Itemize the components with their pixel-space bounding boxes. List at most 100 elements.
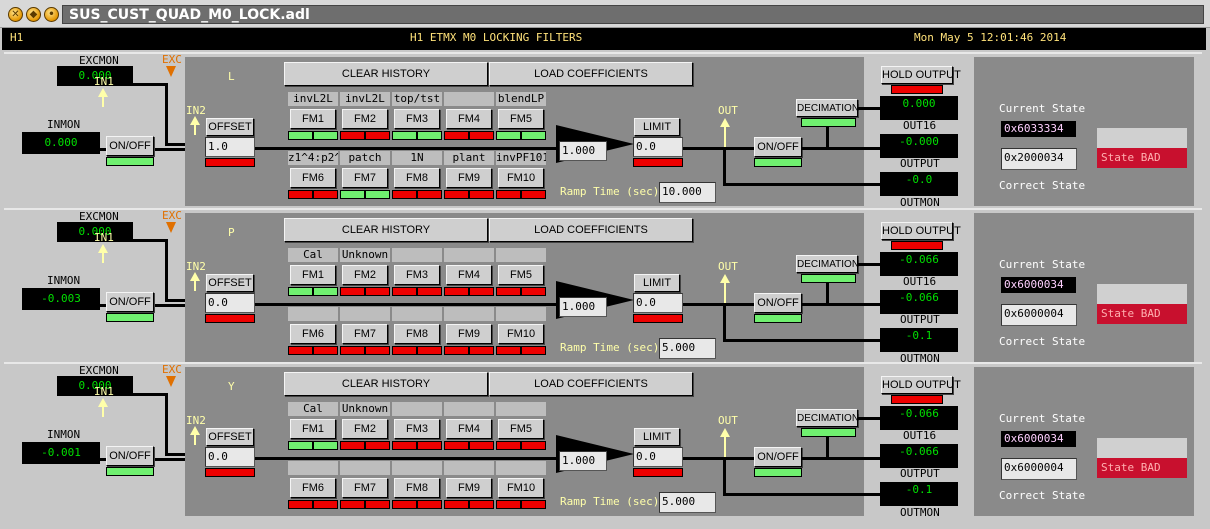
fm8-button[interactable]: FM8	[394, 324, 440, 344]
close-icon[interactable]: ✕	[8, 7, 23, 22]
fm3-button[interactable]: FM3	[394, 109, 440, 129]
hold-output-button[interactable]: HOLD OUTPUT	[881, 66, 961, 84]
correct-state-field[interactable]: 0x6000004	[1001, 458, 1077, 480]
clear-history-button[interactable]: CLEAR HISTORY	[284, 372, 488, 396]
decimation-button[interactable]: DECIMATION	[796, 409, 859, 427]
fm4-button[interactable]: FM4	[446, 109, 492, 129]
hold-output-indicator	[891, 85, 943, 94]
minimize-icon[interactable]: •	[44, 7, 59, 22]
ramp-time-field[interactable]: 10.000	[659, 182, 716, 203]
wire	[723, 457, 726, 495]
pin-icon[interactable]: ◆	[26, 7, 41, 22]
fm2-button[interactable]: FM2	[342, 419, 388, 439]
fm6-button[interactable]: FM6	[290, 324, 336, 344]
fm10-button[interactable]: FM10	[498, 478, 544, 498]
fm10-button[interactable]: FM10	[498, 168, 544, 188]
fm6-label: z1^4:p2^4	[288, 151, 338, 165]
fm5-label	[496, 248, 546, 262]
input-onoff-button[interactable]: ON/OFF	[106, 446, 154, 466]
fm9-button[interactable]: FM9	[446, 168, 492, 188]
decimation-indicator	[801, 428, 856, 437]
decimation-button[interactable]: DECIMATION	[796, 99, 859, 117]
fm9-button[interactable]: FM9	[446, 478, 492, 498]
wire	[255, 303, 560, 306]
fm2-button[interactable]: FM2	[342, 265, 388, 285]
fm2-indicator-b	[365, 441, 390, 450]
fm9-button[interactable]: FM9	[446, 324, 492, 344]
fm8-button[interactable]: FM8	[394, 478, 440, 498]
inmon-readback: -0.003	[22, 288, 100, 310]
decimation-button[interactable]: DECIMATION	[796, 255, 859, 273]
fm3-button[interactable]: FM3	[394, 419, 440, 439]
fm5-button[interactable]: FM5	[498, 419, 544, 439]
fm7-button[interactable]: FM7	[342, 478, 388, 498]
output-onoff-button[interactable]: ON/OFF	[754, 293, 802, 313]
fm6-label	[288, 461, 338, 475]
fm6-label	[288, 307, 338, 321]
out-arrow-stem	[724, 283, 726, 303]
fm8-indicator-a	[392, 346, 417, 355]
fm1-button[interactable]: FM1	[290, 419, 336, 439]
limit-field[interactable]: 0.0	[633, 293, 683, 313]
offset-field[interactable]: 1.0	[205, 137, 255, 157]
offset-field[interactable]: 0.0	[205, 447, 255, 467]
fm10-indicator-a	[496, 190, 521, 199]
output-onoff-indicator	[754, 468, 802, 477]
fm4-indicator-a	[444, 287, 469, 296]
fm10-button[interactable]: FM10	[498, 324, 544, 344]
hold-output-button[interactable]: HOLD OUTPUT	[881, 222, 961, 240]
fm1-label: invL2L	[288, 92, 338, 106]
limit-field[interactable]: 0.0	[633, 137, 683, 157]
fm6-indicator-b	[313, 346, 338, 355]
gain-field[interactable]: 1.000	[559, 141, 607, 161]
gain-field[interactable]: 1.000	[559, 451, 607, 471]
clear-history-button[interactable]: CLEAR HISTORY	[284, 218, 488, 242]
clear-history-button[interactable]: CLEAR HISTORY	[284, 62, 488, 86]
load-coefficients-button[interactable]: LOAD COEFFICIENTS	[489, 372, 693, 396]
out16-label: OUT16	[903, 275, 937, 288]
wire	[802, 147, 880, 150]
limit-button[interactable]: LIMIT	[634, 428, 680, 446]
offset-button[interactable]: OFFSET	[206, 428, 254, 446]
input-onoff-button[interactable]: ON/OFF	[106, 136, 154, 156]
fm1-button[interactable]: FM1	[290, 265, 336, 285]
fm4-button[interactable]: FM4	[446, 419, 492, 439]
current-state-label: Current State	[999, 102, 1086, 115]
fm5-button[interactable]: FM5	[498, 265, 544, 285]
output-onoff-button[interactable]: ON/OFF	[754, 447, 802, 467]
current-state-readback: 0x6033334	[1001, 121, 1076, 137]
gain-field[interactable]: 1.000	[559, 297, 607, 317]
fm7-button[interactable]: FM7	[342, 324, 388, 344]
load-coefficients-button[interactable]: LOAD COEFFICIENTS	[489, 218, 693, 242]
fm3-label	[392, 248, 442, 262]
offset-button[interactable]: OFFSET	[206, 274, 254, 292]
fm4-button[interactable]: FM4	[446, 265, 492, 285]
hold-output-button[interactable]: HOLD OUTPUT	[881, 376, 961, 394]
limit-button[interactable]: LIMIT	[634, 274, 680, 292]
ramp-time-field[interactable]: 5.000	[659, 338, 716, 359]
fm6-button[interactable]: FM6	[290, 478, 336, 498]
limit-field[interactable]: 0.0	[633, 447, 683, 467]
fm3-button[interactable]: FM3	[394, 265, 440, 285]
offset-field[interactable]: 0.0	[205, 293, 255, 313]
fm7-button[interactable]: FM7	[342, 168, 388, 188]
fm6-button[interactable]: FM6	[290, 168, 336, 188]
input-onoff-button[interactable]: ON/OFF	[106, 292, 154, 312]
ramp-time-field[interactable]: 5.000	[659, 492, 716, 513]
wire	[826, 283, 829, 305]
output-onoff-button[interactable]: ON/OFF	[754, 137, 802, 157]
limit-button[interactable]: LIMIT	[634, 118, 680, 136]
fm8-button[interactable]: FM8	[394, 168, 440, 188]
window-titlebar: ✕ ◆ • SUS_CUST_QUAD_M0_LOCK.adl	[0, 0, 1210, 28]
state-status: State BAD	[1097, 148, 1187, 168]
load-coefficients-button[interactable]: LOAD COEFFICIENTS	[489, 62, 693, 86]
input-onoff-indicator	[106, 313, 154, 322]
correct-state-field[interactable]: 0x6000004	[1001, 304, 1077, 326]
offset-button[interactable]: OFFSET	[206, 118, 254, 136]
fm2-button[interactable]: FM2	[342, 109, 388, 129]
outmon-readback: -0.1	[880, 482, 958, 506]
fm5-button[interactable]: FM5	[498, 109, 544, 129]
fm1-button[interactable]: FM1	[290, 109, 336, 129]
out16-readback: -0.066	[880, 406, 958, 430]
correct-state-field[interactable]: 0x2000034	[1001, 148, 1077, 170]
